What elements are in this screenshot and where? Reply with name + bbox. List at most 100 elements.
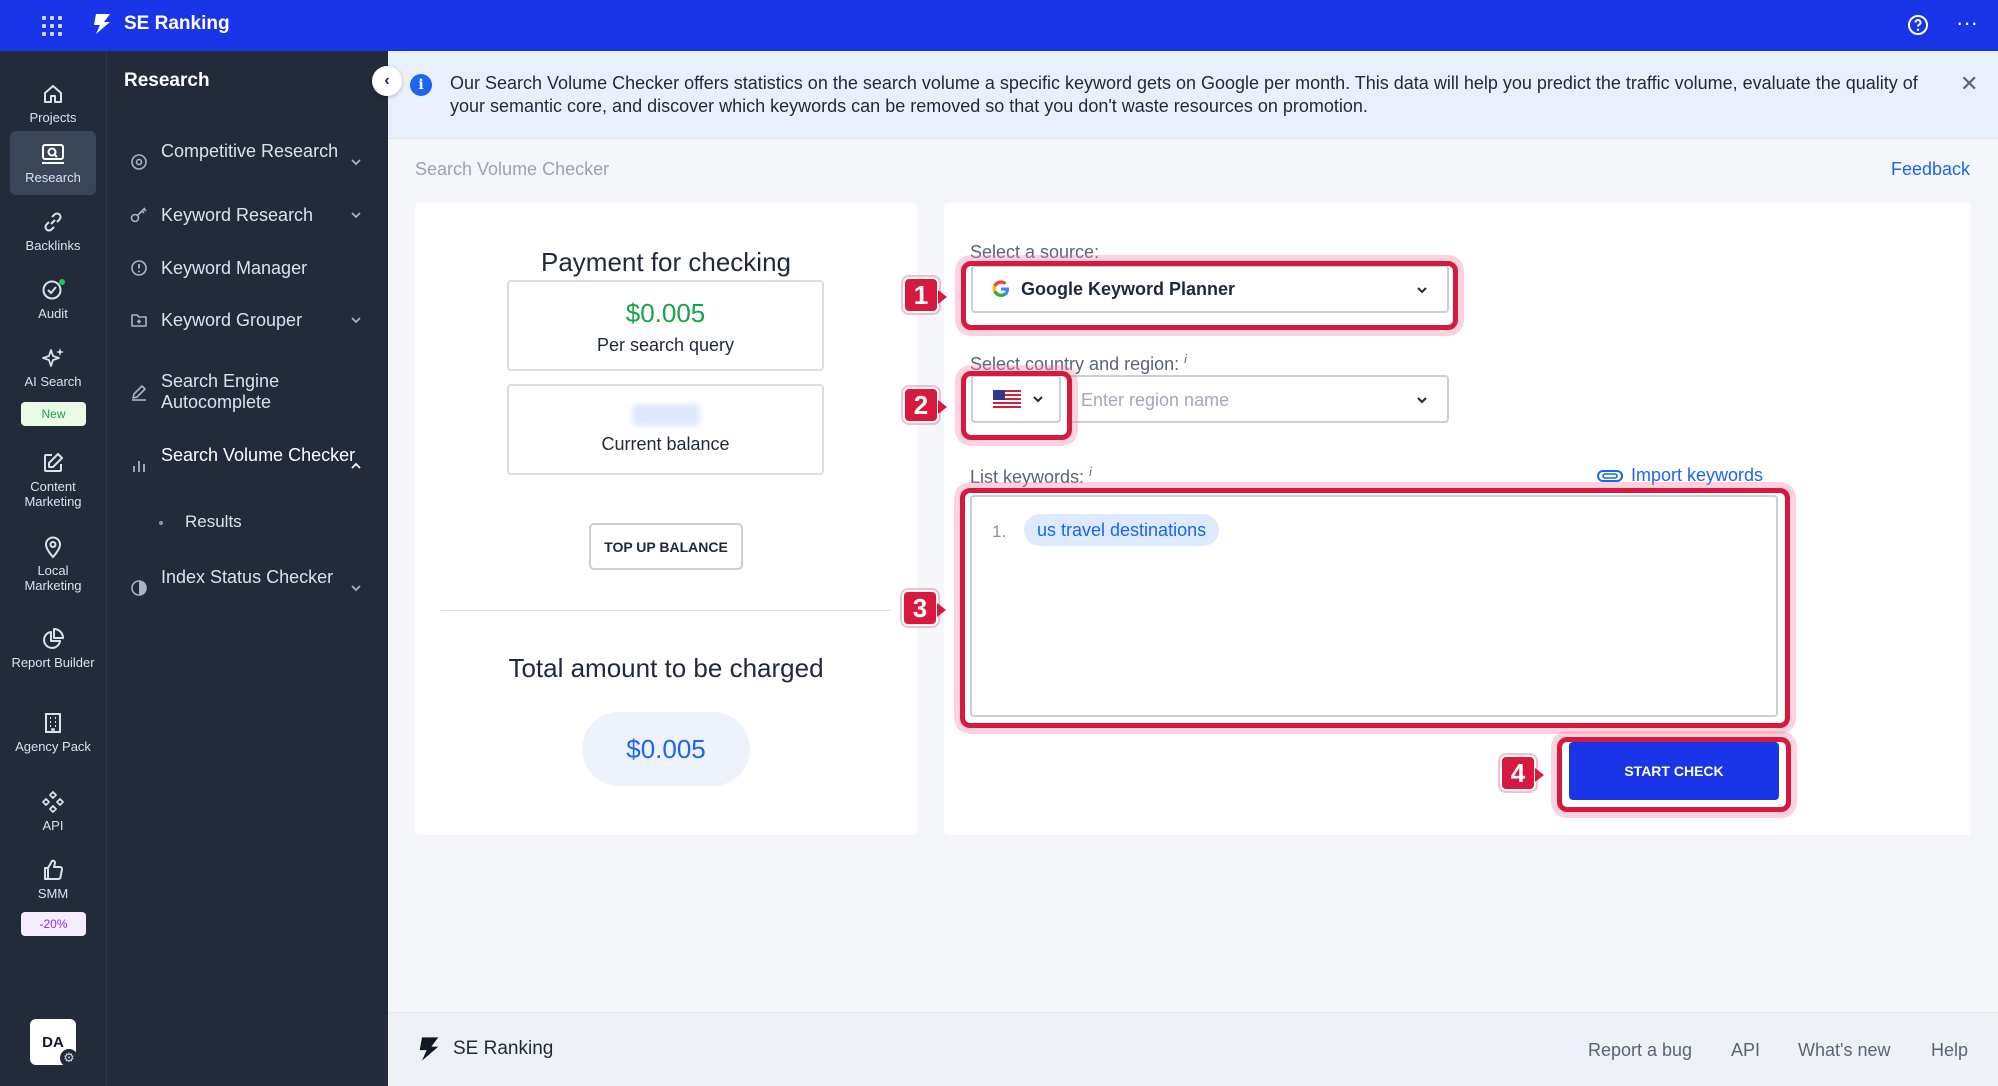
country-label-text: Select country and region:	[970, 354, 1180, 374]
info-mark[interactable]: i	[1089, 465, 1092, 479]
rail-label: SMM	[37, 885, 69, 901]
rail-label: Content Marketing	[24, 479, 82, 509]
report-bug-link[interactable]: Report a bug	[1588, 1040, 1692, 1061]
building-icon	[45, 712, 61, 733]
source-select[interactable]: Google Keyword Planner	[971, 265, 1449, 313]
payment-card: Payment for checking $0.005 Per search q…	[415, 203, 917, 835]
source-label: Select a source:	[970, 242, 1100, 262]
current-balance-box: Current balance	[507, 384, 824, 475]
index-icon	[131, 580, 147, 596]
close-icon[interactable]: ✕	[1960, 71, 1978, 97]
api-link[interactable]: API	[1731, 1040, 1760, 1061]
sidebar-item-keyword-grouper[interactable]: Keyword Grouper	[107, 308, 388, 332]
top-up-balance-button[interactable]: TOP UP BALANCE	[589, 523, 743, 570]
rail-item-report-builder[interactable]: Report Builder	[10, 611, 96, 685]
chevron-up-icon	[351, 462, 361, 469]
feedback-link[interactable]: Feedback	[1891, 159, 1970, 180]
payment-title: Payment for checking	[540, 247, 791, 277]
import-keywords-link[interactable]: Import keywords	[1597, 465, 1763, 486]
rail-item-projects[interactable]: Projects	[10, 71, 96, 135]
rail-item-agency-pack[interactable]: Agency Pack	[10, 695, 96, 769]
rail-label: AI Search	[24, 373, 82, 389]
rail-item-api[interactable]: API	[10, 779, 96, 843]
annotation-badge-2: 2	[903, 387, 947, 423]
chevron-down-icon	[351, 159, 361, 166]
import-keywords-label: Import keywords	[1631, 465, 1764, 485]
sidebar-item-label: Search Volume Checker	[161, 445, 356, 465]
brand-name: SE Ranking	[124, 13, 230, 34]
footer-brand[interactable]: SE Ranking	[415, 1035, 553, 1063]
region-input[interactable]	[1081, 387, 1401, 413]
sidebar-item-competitive-research[interactable]: Competitive Research	[107, 139, 388, 185]
chevron-down-icon	[351, 317, 361, 324]
annotation-badge-1: 1	[903, 277, 947, 313]
sidebar-item-keyword-manager[interactable]: Keyword Manager	[107, 256, 388, 280]
sidebar-item-search-volume-checker[interactable]: Search Volume Checker	[107, 443, 388, 489]
sparkle-icon	[42, 347, 64, 367]
country-select[interactable]	[971, 375, 1061, 423]
whats-new-link[interactable]: What's new	[1798, 1040, 1890, 1061]
sidebar-item-keyword-research[interactable]: Keyword Research	[107, 203, 388, 227]
chevron-down-icon	[1033, 396, 1043, 403]
more-options-icon[interactable]: ···	[1952, 12, 1982, 37]
pencil-icon	[132, 385, 146, 401]
new-badge: New	[21, 402, 86, 426]
sidebar-item-label: Index Status Checker	[161, 567, 334, 587]
info-banner-text: Our Search Volume Checker offers statist…	[450, 73, 1918, 116]
sidebar-item-search-engine-autocomplete[interactable]: Search Engine Autocomplete	[107, 369, 388, 415]
collapse-sidebar-button[interactable]: ‹	[372, 66, 402, 96]
chevron-down-icon	[351, 585, 361, 592]
rail-label: Agency Pack	[15, 738, 91, 754]
api-icon	[42, 790, 64, 813]
sidebar-item-index-status-checker[interactable]: Index Status Checker	[107, 565, 388, 611]
keyword-line-number: 1.	[992, 522, 1007, 541]
source-value: Google Keyword Planner	[1021, 278, 1236, 299]
rail-label: API	[42, 817, 64, 833]
rail-item-audit[interactable]: Audit	[10, 267, 96, 331]
rail-item-content-marketing[interactable]: Content Marketing	[10, 443, 96, 517]
left-rail: Projects Research Backlinks Audit AI Sea…	[0, 51, 107, 1086]
keyword-chip[interactable]: us travel destinations	[1024, 514, 1220, 546]
apps-grid-icon[interactable]	[40, 14, 64, 38]
chevron-down-icon	[351, 212, 361, 219]
help-icon[interactable]	[1906, 13, 1930, 37]
start-check-button[interactable]: START CHECK	[1569, 742, 1779, 800]
help-link[interactable]: Help	[1931, 1040, 1968, 1061]
sidebar-subitem-results[interactable]: Results	[185, 512, 242, 532]
rail-label: Local Marketing	[24, 563, 82, 593]
research-icon	[42, 143, 64, 164]
paperclip-icon	[1597, 469, 1623, 482]
total-title: Total amount to be charged	[508, 653, 824, 683]
rail-label: Research	[25, 169, 81, 185]
sub-item-bullet	[159, 521, 163, 525]
folder-icon	[131, 314, 147, 327]
location-pin-icon	[44, 536, 62, 559]
region-input-field[interactable]	[1067, 375, 1449, 423]
check-form-card: Select a source: Google Keyword Planner …	[944, 203, 1971, 835]
target-icon	[131, 154, 147, 170]
main-content: i Our Search Volume Checker offers stati…	[388, 51, 1998, 1086]
rail-label: Backlinks	[25, 237, 81, 253]
brand-logo[interactable]: SE Ranking	[90, 12, 230, 36]
settings-gear-icon[interactable]: ⚙	[60, 1049, 78, 1067]
keywords-textarea[interactable]: 1. us travel destinations	[970, 495, 1778, 717]
rail-item-ai-search[interactable]: AI Search	[10, 335, 96, 399]
info-mark[interactable]: i	[1184, 352, 1187, 366]
sidebar-item-label: Competitive Research	[161, 141, 339, 161]
rail-label: Report Builder	[11, 654, 95, 670]
annotation-badge-3: 3	[902, 590, 946, 626]
rail-label: Audit	[38, 305, 68, 321]
rail-item-research[interactable]: Research	[10, 131, 96, 195]
price-per-query-box: $0.005 Per search query	[507, 280, 824, 371]
rail-item-smm[interactable]: SMM	[10, 847, 96, 911]
sidebar-item-label: Search Engine Autocomplete	[161, 371, 280, 412]
clock-icon	[131, 260, 147, 276]
rail-item-local-marketing[interactable]: Local Marketing	[10, 527, 96, 601]
chevron-down-icon	[1417, 287, 1427, 294]
info-icon: i	[410, 74, 432, 96]
google-icon	[992, 280, 1009, 297]
sidebar-item-label: Keyword Research	[161, 204, 314, 225]
rail-item-backlinks[interactable]: Backlinks	[10, 199, 96, 263]
top-bar: SE Ranking ···	[0, 0, 1998, 51]
keywords-label-text: List keywords:	[970, 467, 1085, 487]
